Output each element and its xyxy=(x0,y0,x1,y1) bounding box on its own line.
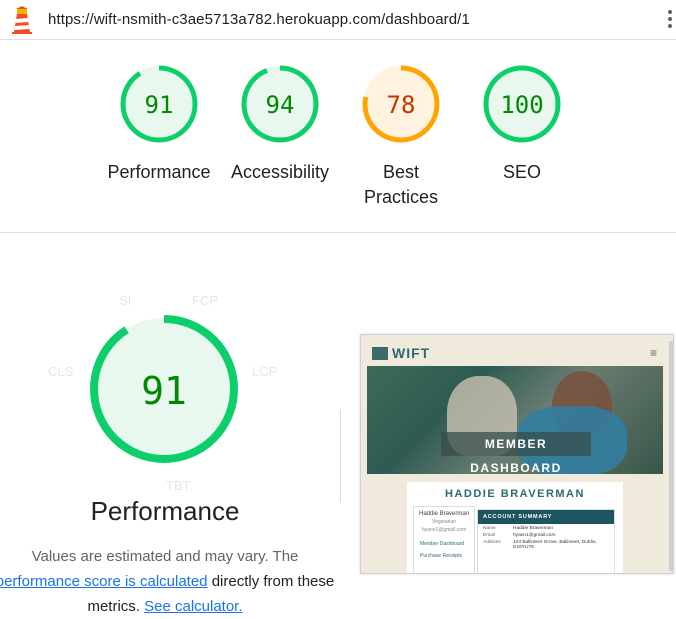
more-options-icon[interactable] xyxy=(666,10,674,32)
summary-row: Address 123 Ballinteer Grove, Ballinteer,… xyxy=(483,540,597,550)
score-calculated-link[interactable]: performance score is calculated xyxy=(0,573,208,590)
gauge-ring: 100 xyxy=(483,65,561,143)
performance-section: 91 SI FCP LCP TBT CLS Performance Values… xyxy=(0,234,676,615)
gauge-ring: 78 xyxy=(362,65,440,143)
gauge-score: 100 xyxy=(500,91,543,119)
performance-description: Values are estimated and may vary. The p… xyxy=(0,544,340,619)
performance-title: Performance xyxy=(90,496,240,526)
profile-panel: Haddie Braverman Vegetarian hyann1@gmail… xyxy=(413,506,475,573)
performance-gauge-large: 91 xyxy=(90,315,238,463)
hero-banner: MEMBER DASHBOARD xyxy=(441,432,591,474)
metric-fcp-label: FCP xyxy=(192,293,218,308)
metric-lcp-label: LCP xyxy=(252,364,278,379)
section-divider xyxy=(340,410,341,502)
hero-image: MEMBER DASHBOARD xyxy=(367,366,663,474)
hamburger-icon: ≡ xyxy=(649,346,657,360)
site-header: WIFT ≡ xyxy=(367,341,663,366)
gauge-label: Performance xyxy=(107,162,211,182)
gauge-score: 91 xyxy=(145,91,174,119)
site-logo: WIFT xyxy=(392,345,431,361)
score-gauges: 91 Performance 94 Accessibility 78 Best P… xyxy=(0,40,676,233)
gauge-score: 94 xyxy=(266,91,295,119)
browser-address-bar: https://wift-nsmith-c3ae5713a782.herokua… xyxy=(0,0,676,40)
site-logo-icon xyxy=(372,347,388,360)
gauge-accessibility[interactable]: 94 Accessibility xyxy=(220,62,340,185)
see-calculator-link[interactable]: See calculator. xyxy=(144,598,242,615)
gauge-performance[interactable]: 91 Performance xyxy=(99,62,219,185)
summary-row: Email hyann1@gmail.com xyxy=(483,533,556,538)
gauge-best-practices[interactable]: 78 Best Practices xyxy=(341,62,461,210)
gauge-ring: 91 xyxy=(120,65,198,143)
gauge-score: 78 xyxy=(387,91,416,119)
account-summary-title: ACCOUNT SUMMARY xyxy=(478,510,614,524)
metric-cls-label: CLS xyxy=(48,364,74,379)
metric-si-label: SI xyxy=(119,293,132,308)
final-screenshot[interactable]: WIFT ≡ MEMBER DASHBOARD HADDIE BRAVERMAN… xyxy=(360,334,674,574)
gauge-ring: 94 xyxy=(241,65,319,143)
page-url[interactable]: https://wift-nsmith-c3ae5713a782.herokua… xyxy=(48,11,470,28)
gauge-seo[interactable]: 100 SEO xyxy=(462,62,582,185)
gauge-label: SEO xyxy=(502,162,541,182)
metric-tbt-label: TBT xyxy=(166,478,191,493)
performance-score: 91 xyxy=(141,369,187,413)
member-card: HADDIE BRAVERMAN Haddie Braverman Vegeta… xyxy=(407,482,623,573)
nav-member-dashboard: Member Dashboard xyxy=(420,541,465,547)
account-summary: ACCOUNT SUMMARY Name Haddie Braverman Ema… xyxy=(477,509,615,573)
member-name: HADDIE BRAVERMAN xyxy=(445,488,585,500)
gauge-label: Accessibility xyxy=(230,162,330,182)
lighthouse-icon xyxy=(12,6,32,34)
gauge-label: Best Practices xyxy=(363,162,439,207)
summary-row: Name Haddie Braverman xyxy=(483,526,553,531)
nav-purchase-receipts: Purchase Receipts xyxy=(420,553,462,559)
scrollbar xyxy=(669,341,673,571)
